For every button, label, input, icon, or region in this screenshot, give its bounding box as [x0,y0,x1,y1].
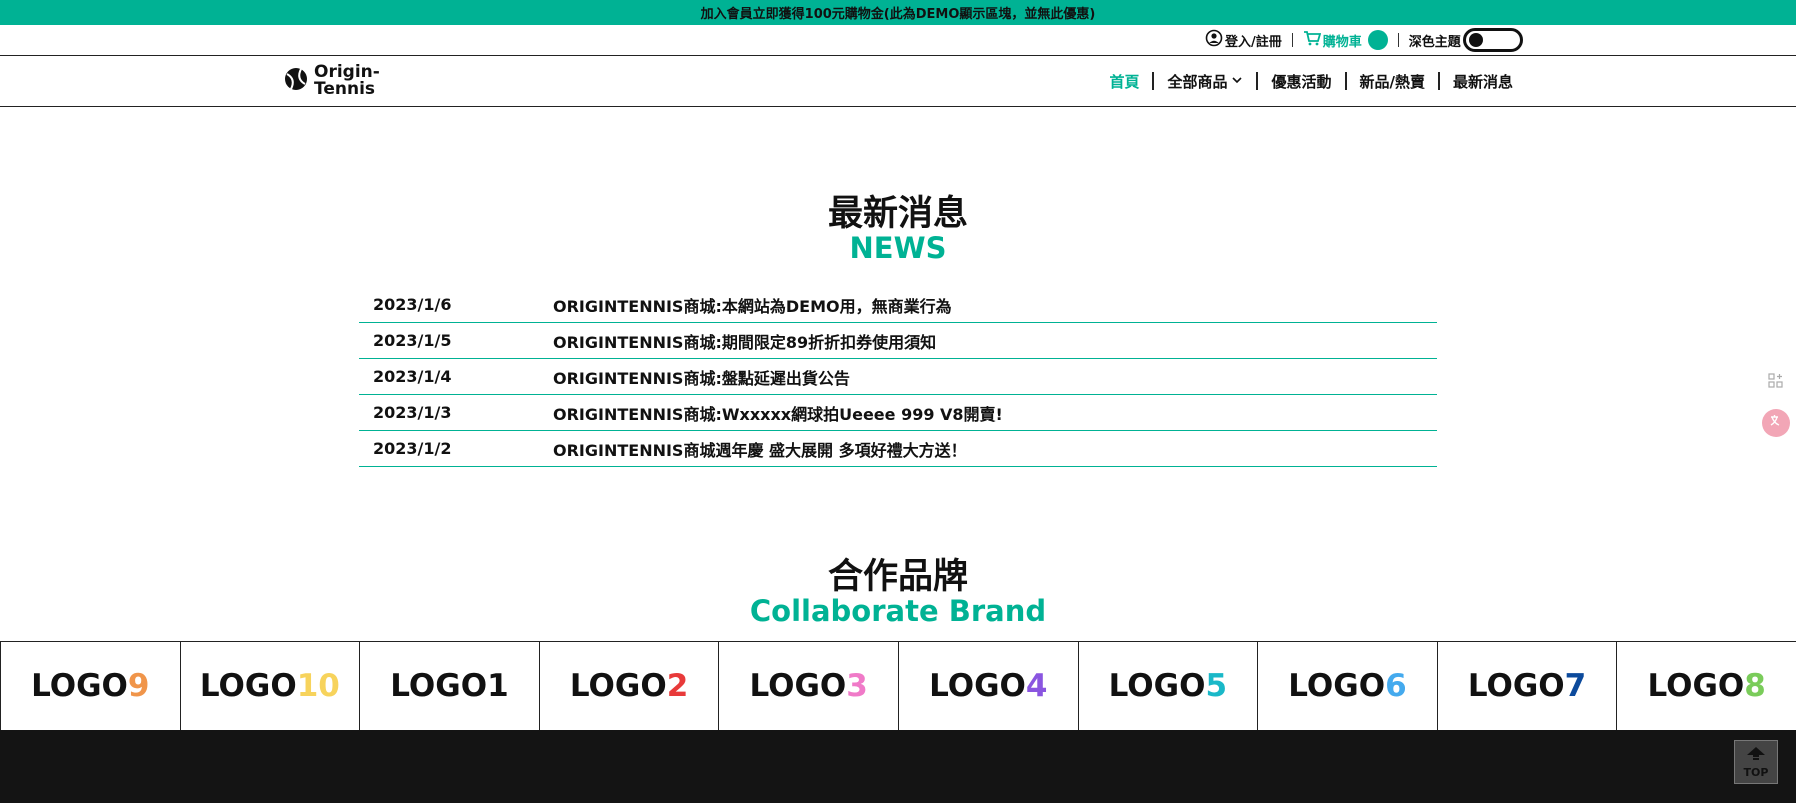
brand-logo[interactable]: LOGO 1 [359,642,539,730]
brand-logo[interactable]: LOGO 5 [1077,642,1258,730]
nav-item-label: 優惠活動 [1271,72,1332,91]
announcement-bar: 加入會員立即獲得100元購物金(此為DEMO顯示區塊，並無此優惠) [0,0,1796,25]
brand-number: 6 [1385,668,1407,704]
dark-theme-label: 深色主題 [1408,34,1461,50]
brand-number: 3 [846,668,868,704]
toggle-knob [1468,33,1483,47]
news-title: ORIGINTENNIS商城:盤點延遲出貨公告 [553,368,850,388]
chevron-down-icon [1231,72,1243,90]
translate-icon [1768,413,1784,433]
news-title: ORIGINTENNIS商城週年慶 盛大展開 多項好禮大方送！ [553,440,967,460]
back-to-top-label: TOP [1743,765,1769,779]
utility-divider [1291,33,1293,47]
brand-logo[interactable]: LOGO 8 [1616,642,1796,730]
brand-word: LOGO [1647,668,1745,704]
brand-logo[interactable]: LOGO 7 [1436,642,1617,730]
brands-section-title: 合作品牌 Collaborate Brand [0,558,1796,626]
logo-line-2: Tennis [314,79,376,99]
nav-item-news[interactable]: 最新消息 [1453,71,1513,92]
news-section-title: 最新消息 NEWS [0,195,1796,263]
news-list: 2023/1/6 ORIGINTENNIS商城:本網站為DEMO用，無商業行為 … [359,287,1437,467]
brand-number: 2 [666,668,689,704]
nav-item-label: 首頁 [1109,72,1140,91]
brand-word: LOGO [749,668,847,704]
nav-menu: 首頁 全部商品 優惠活動 新品/熱賣 最新消息 [1109,56,1513,106]
news-title-en: NEWS [849,231,947,265]
footer [0,730,1796,803]
nav-divider [1437,72,1440,90]
brand-number: 10 [296,668,340,704]
brand-logo[interactable]: LOGO 10 [179,642,360,730]
news-date: 2023/1/6 [373,295,452,314]
nav-item-promotions[interactable]: 優惠活動 [1271,71,1331,92]
brand-logo[interactable]: LOGO 4 [897,642,1078,730]
news-date: 2023/1/4 [373,367,452,386]
news-title: ORIGINTENNIS商城:Wxxxxx網球拍Ueeee 999 V8開賣! [553,404,1003,424]
news-date: 2023/1/2 [373,439,452,458]
brand-word: LOGO [569,668,667,704]
cart-count-badge [1367,30,1388,50]
brand-word: LOGO [1467,668,1565,704]
cart-label: 購物車 [1322,34,1362,50]
nav-item-label: 最新消息 [1452,72,1513,91]
news-date: 2023/1/3 [373,403,452,422]
nav-divider [1344,72,1347,90]
news-item[interactable]: 2023/1/6 ORIGINTENNIS商城:本網站為DEMO用，無商業行為 [359,287,1437,323]
utility-divider [1397,33,1399,47]
user-icon [1205,29,1223,51]
brand-number: 4 [1025,668,1048,704]
news-item[interactable]: 2023/1/2 ORIGINTENNIS商城週年慶 盛大展開 多項好禮大方送！ [359,431,1437,467]
news-item[interactable]: 2023/1/3 ORIGINTENNIS商城:Wxxxxx網球拍Ueeee 9… [359,395,1437,431]
dark-theme-toggle[interactable] [1462,28,1523,52]
nav-item-all-products[interactable]: 全部商品 [1167,71,1243,92]
brand-word: LOGO [390,668,488,704]
tennis-ball-icon [284,67,308,95]
main-navigation: Origin- Tennis 首頁 全部商品 優惠活動 新品/熱賣 最新消息 [0,56,1796,107]
brand-logo[interactable]: LOGO 9 [0,642,180,730]
brand-logo[interactable]: LOGO 2 [538,642,719,730]
news-item[interactable]: 2023/1/4 ORIGINTENNIS商城:盤點延遲出貨公告 [359,359,1437,395]
brand-word: LOGO [199,668,297,704]
brand-number: 9 [127,668,150,704]
utility-bar: 登入/註冊 購物車 深色主題 [0,25,1796,56]
brand-logo[interactable]: LOGO 3 [718,642,898,730]
brand-number: 5 [1205,668,1228,704]
nav-item-label: 新品/熱賣 [1359,72,1425,91]
brand-word: LOGO [929,668,1026,704]
brand-word: LOGO [31,668,128,704]
translate-tool-button[interactable] [1762,409,1790,437]
brand-number: 8 [1744,668,1766,704]
announcement-text: 加入會員立即獲得100元購物金(此為DEMO顯示區塊，並無此優惠) [700,7,1096,22]
brand-logo-strip: LOGO 9 LOGO 10 LOGO 1 LOGO 2 LOGO 3 LOGO… [0,641,1796,730]
news-title-zh: 最新消息 [827,194,968,234]
back-to-top-button[interactable]: TOP [1734,740,1778,784]
brand-word: LOGO [1108,668,1206,704]
cart-icon [1303,30,1321,50]
widget-tool-button[interactable] [1762,369,1790,397]
arrow-up-icon [1745,746,1767,766]
site-logo[interactable]: Origin- Tennis [284,64,380,98]
nav-divider [1256,72,1259,90]
grid-plus-icon [1768,373,1784,393]
nav-item-new-hot[interactable]: 新品/熱賣 [1360,71,1425,92]
news-date: 2023/1/5 [373,331,452,350]
brands-title-en: Collaborate Brand [749,594,1047,628]
nav-item-home[interactable]: 首頁 [1109,71,1139,92]
brand-logo[interactable]: LOGO 6 [1257,642,1437,730]
nav-divider [1152,72,1155,90]
utility-links: 登入/註冊 購物車 深色主題 [1205,25,1523,55]
login-link[interactable]: 登入/註冊 [1205,29,1282,51]
news-item[interactable]: 2023/1/5 ORIGINTENNIS商城:期間限定89折折扣券使用須知 [359,323,1437,359]
cart-link[interactable]: 購物車 [1303,30,1388,50]
brand-number: 7 [1564,668,1587,704]
news-title: ORIGINTENNIS商城:期間限定89折折扣券使用須知 [553,332,937,352]
brand-number: 1 [487,668,509,704]
brands-title-zh: 合作品牌 [827,557,968,597]
logo-text: Origin- Tennis [314,64,380,98]
nav-item-label: 全部商品 [1167,72,1228,91]
brand-word: LOGO [1288,668,1386,704]
news-title: ORIGINTENNIS商城:本網站為DEMO用，無商業行為 [553,296,952,316]
login-label: 登入/註冊 [1225,34,1282,50]
